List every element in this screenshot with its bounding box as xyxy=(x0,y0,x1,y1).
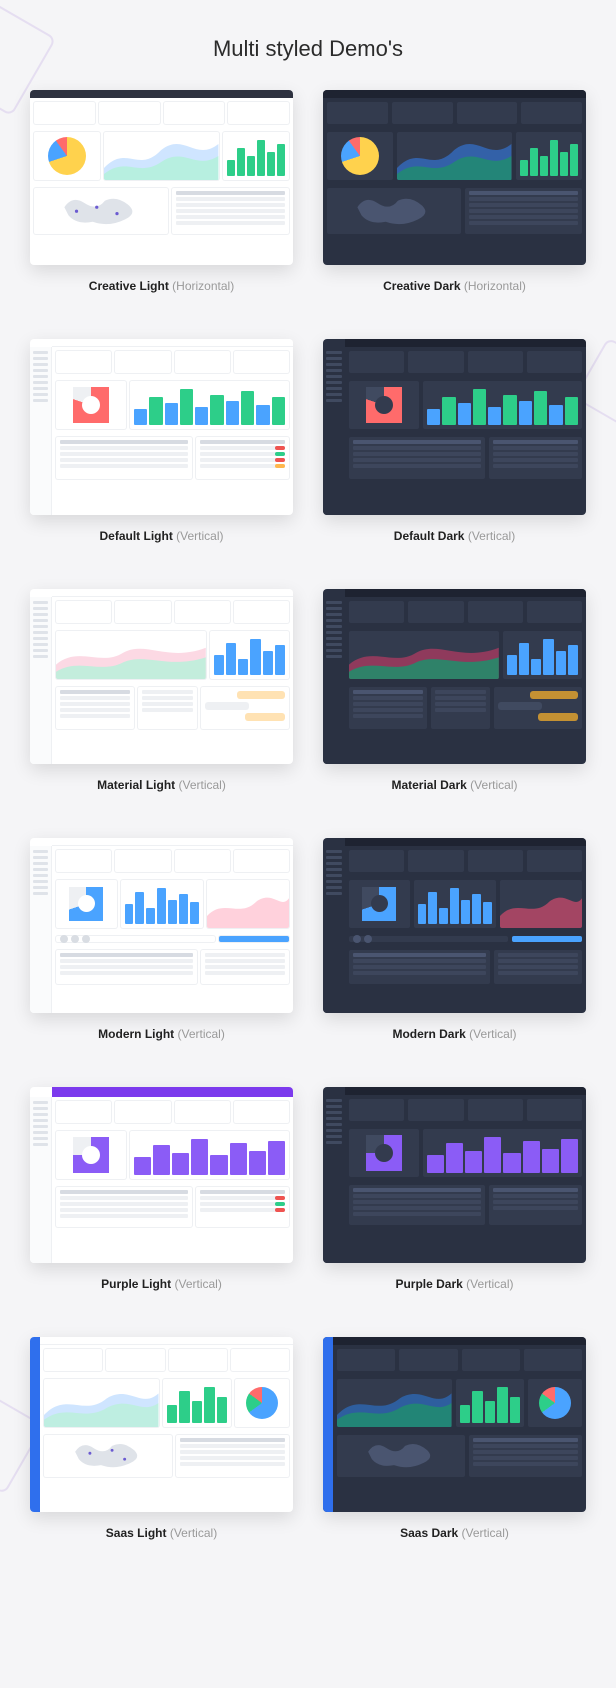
caption: Creative Light (Horizontal) xyxy=(89,279,234,293)
thumbnail xyxy=(323,1337,586,1512)
demo-purple-dark[interactable]: Purple Dark (Vertical) xyxy=(323,1087,586,1290)
demo-creative-dark[interactable]: Creative Dark (Horizontal) xyxy=(323,90,586,293)
thumbnail xyxy=(323,339,586,514)
demo-saas-light[interactable]: Saas Light (Vertical) xyxy=(30,1337,293,1540)
caption: Material Light (Vertical) xyxy=(97,778,226,792)
caption: Saas Dark (Vertical) xyxy=(400,1526,509,1540)
demo-default-light[interactable]: Default Light (Vertical) xyxy=(30,339,293,542)
caption: Purple Dark (Vertical) xyxy=(395,1277,513,1291)
demo-purple-light[interactable]: Purple Light (Vertical) xyxy=(30,1087,293,1290)
demo-material-dark[interactable]: Material Dark (Vertical) xyxy=(323,589,586,792)
caption: Purple Light (Vertical) xyxy=(101,1277,222,1291)
thumbnail xyxy=(30,838,293,1013)
demo-creative-light[interactable]: Creative Light (Horizontal) xyxy=(30,90,293,293)
demo-material-light[interactable]: Material Light (Vertical) xyxy=(30,589,293,792)
thumbnail xyxy=(30,1337,293,1512)
caption: Creative Dark (Horizontal) xyxy=(383,279,526,293)
caption: Default Light (Vertical) xyxy=(99,529,223,543)
thumbnail xyxy=(30,339,293,514)
thumbnail xyxy=(30,589,293,764)
page-title: Multi styled Demo's xyxy=(0,0,616,90)
thumbnail xyxy=(30,1087,293,1262)
caption: Modern Dark (Vertical) xyxy=(392,1027,516,1041)
thumbnail xyxy=(323,838,586,1013)
caption: Material Dark (Vertical) xyxy=(391,778,517,792)
thumbnail xyxy=(323,1087,586,1262)
caption: Default Dark (Vertical) xyxy=(394,529,515,543)
thumbnail xyxy=(30,90,293,265)
demo-modern-dark[interactable]: Modern Dark (Vertical) xyxy=(323,838,586,1041)
demo-grid: Creative Light (Horizontal) Creative Dar… xyxy=(0,90,616,1580)
caption: Modern Light (Vertical) xyxy=(98,1027,225,1041)
demo-saas-dark[interactable]: Saas Dark (Vertical) xyxy=(323,1337,586,1540)
demo-default-dark[interactable]: Default Dark (Vertical) xyxy=(323,339,586,542)
thumbnail xyxy=(323,589,586,764)
thumbnail xyxy=(323,90,586,265)
demo-modern-light[interactable]: Modern Light (Vertical) xyxy=(30,838,293,1041)
caption: Saas Light (Vertical) xyxy=(106,1526,217,1540)
